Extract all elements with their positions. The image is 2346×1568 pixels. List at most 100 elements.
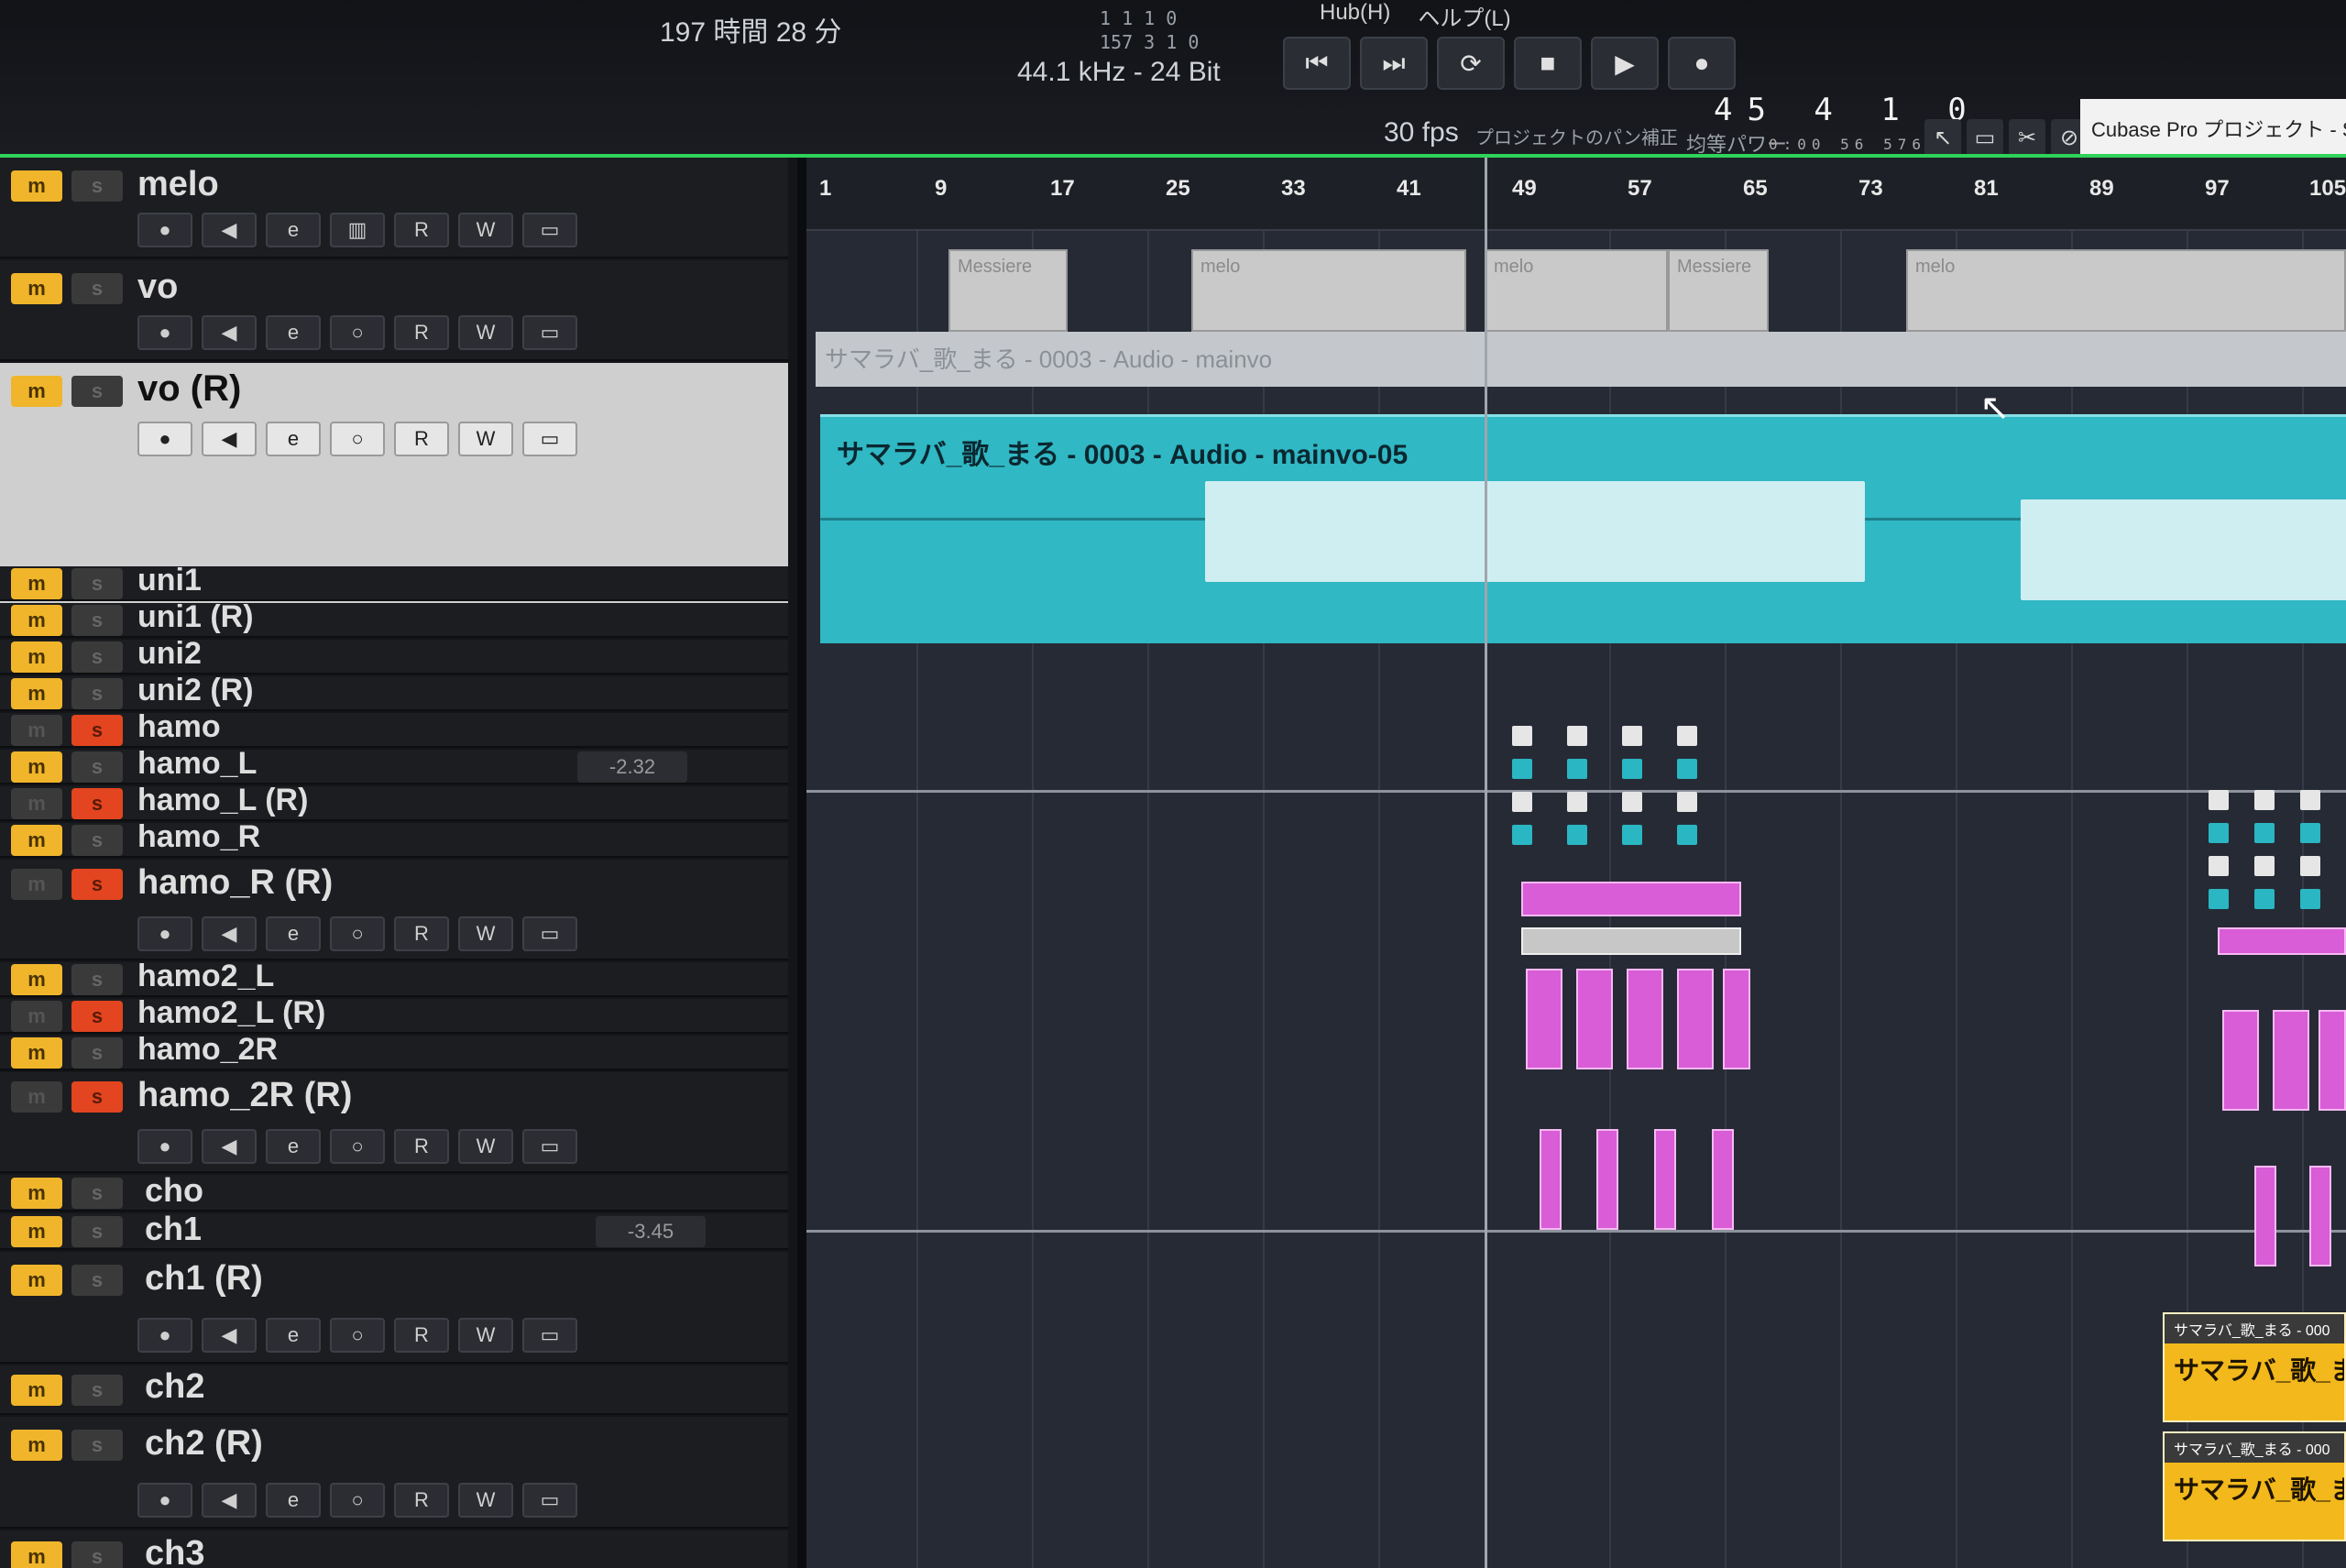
read-button[interactable]: R (394, 1129, 449, 1164)
mute-button[interactable]: m (11, 568, 62, 599)
solo-button[interactable]: s (71, 376, 123, 407)
midi-part[interactable]: melo (1906, 249, 2346, 332)
read-button[interactable]: R (394, 1483, 449, 1518)
track-melo[interactable]: m s melo ● ◀ e ▥ R W ▭ (0, 158, 788, 258)
track-name[interactable]: hamo_L (137, 746, 257, 782)
track-hamo-l[interactable]: m s hamo_L -2.32 (0, 746, 788, 784)
pointer-icon[interactable]: ↖ (1924, 119, 1961, 156)
record-button[interactable]: ● (1668, 37, 1736, 90)
track-uni1[interactable]: m s uni1 (0, 563, 788, 601)
mute-button[interactable]: m (11, 788, 62, 819)
record-enable-icon[interactable]: ● (137, 1129, 192, 1164)
midi-part[interactable]: Messiere (948, 249, 1068, 332)
bar-ruler[interactable]: 1 9 17 25 33 41 49 57 65 73 81 89 97 105 (806, 158, 2346, 231)
track-name[interactable]: ch3 (145, 1534, 204, 1568)
track-vo[interactable]: m s vo ● ◀ e ○ R W ▭ (0, 260, 788, 361)
track-name[interactable]: hamo_2R (137, 1032, 278, 1068)
lane-toggle-icon[interactable]: ▭ (522, 213, 577, 247)
midi-part[interactable] (1521, 882, 1741, 916)
monitor-icon[interactable]: ◀ (202, 1318, 257, 1353)
lanes-icon[interactable]: ○ (330, 422, 385, 456)
mute-button[interactable]: m (11, 1265, 62, 1296)
read-button[interactable]: R (394, 1318, 449, 1353)
midi-part[interactable] (2218, 927, 2346, 955)
mute-button[interactable]: m (11, 1037, 62, 1069)
audio-event-vo[interactable]: サマラバ_歌_まる - 0003 - Audio - mainvo (816, 332, 2346, 387)
solo-button[interactable]: s (71, 605, 123, 636)
solo-button[interactable]: s (71, 825, 123, 856)
lanes-icon[interactable]: ▥ (330, 213, 385, 247)
stop-button[interactable]: ■ (1514, 37, 1582, 90)
midi-part[interactable] (2309, 1166, 2331, 1266)
solo-button[interactable]: s (71, 1178, 123, 1209)
track-ch3[interactable]: m s ch3 (0, 1530, 788, 1568)
track-name[interactable]: hamo_R (137, 819, 260, 855)
mute-button[interactable]: m (11, 825, 62, 856)
track-name[interactable]: ch2 (R) (145, 1424, 263, 1464)
solo-button[interactable]: s (71, 641, 123, 673)
write-button[interactable]: W (458, 1483, 513, 1518)
track-uni1-r[interactable]: m s uni1 (R) (0, 599, 788, 638)
midi-part[interactable] (1627, 969, 1663, 1069)
track-name[interactable]: uni1 (137, 563, 202, 598)
monitor-icon[interactable]: ◀ (202, 315, 257, 350)
solo-button[interactable]: s (71, 751, 123, 783)
solo-button[interactable]: s (71, 1430, 123, 1461)
monitor-icon[interactable]: ◀ (202, 1483, 257, 1518)
track-ch2-r[interactable]: m s ch2 (R) ● ◀ e ○ R W ▭ (0, 1417, 788, 1529)
playhead-cursor[interactable] (1485, 158, 1487, 1568)
edit-channel-icon[interactable]: e (266, 1129, 321, 1164)
monitor-icon[interactable]: ◀ (202, 1129, 257, 1164)
track-name[interactable]: vo (R) (137, 368, 241, 410)
lanes-icon[interactable]: ○ (330, 315, 385, 350)
edit-channel-icon[interactable]: e (266, 213, 321, 247)
audio-event-ch1[interactable]: サマラバ_歌_まる - 000 サマラバ_歌_まる - (2163, 1312, 2346, 1422)
go-to-end-button[interactable]: ⏭ (1360, 37, 1428, 90)
solo-button[interactable]: s (71, 788, 123, 819)
lane-toggle-icon[interactable]: ▭ (522, 315, 577, 350)
midi-part[interactable] (2273, 1010, 2309, 1111)
track-name[interactable]: ch1 (R) (145, 1259, 263, 1299)
lanes-icon[interactable]: ○ (330, 1318, 385, 1353)
record-enable-icon[interactable]: ● (137, 916, 192, 951)
lane-toggle-icon[interactable]: ▭ (522, 422, 577, 456)
midi-part[interactable]: Messiere (1668, 249, 1769, 332)
lane-toggle-icon[interactable]: ▭ (522, 1129, 577, 1164)
track-ch2[interactable]: m s ch2 (0, 1365, 788, 1415)
track-name[interactable]: hamo2_L (R) (137, 995, 325, 1031)
edit-channel-icon[interactable]: e (266, 1483, 321, 1518)
select-icon[interactable]: ▭ (1967, 119, 2003, 156)
track-name[interactable]: uni2 (137, 636, 202, 672)
solo-button[interactable]: s (71, 170, 123, 202)
solo-button[interactable]: s (71, 1037, 123, 1069)
write-button[interactable]: W (458, 315, 513, 350)
track-name[interactable]: melo (137, 165, 219, 204)
midi-part[interactable] (1540, 1129, 1562, 1230)
write-button[interactable]: W (458, 213, 513, 247)
track-ch1[interactable]: m s ch1 -3.45 (0, 1210, 788, 1250)
mute-button[interactable]: m (11, 1001, 62, 1032)
track-hamo2-l-r[interactable]: m s hamo2_L (R) (0, 995, 788, 1034)
project-arrange-area[interactable]: 1 9 17 25 33 41 49 57 65 73 81 89 97 105… (806, 158, 2346, 1568)
mute-button[interactable]: m (11, 715, 62, 746)
solo-button[interactable]: s (71, 1081, 123, 1113)
track-name[interactable]: cho (145, 1171, 203, 1210)
track-uni2[interactable]: m s uni2 (0, 636, 788, 674)
track-name[interactable]: uni1 (R) (137, 599, 254, 635)
mute-button[interactable]: m (11, 751, 62, 783)
track-name[interactable]: ch1 (145, 1210, 202, 1248)
solo-button[interactable]: s (71, 1265, 123, 1296)
write-button[interactable]: W (458, 916, 513, 951)
solo-button[interactable]: s (71, 715, 123, 746)
record-enable-icon[interactable]: ● (137, 315, 192, 350)
mute-button[interactable]: m (11, 678, 62, 709)
write-button[interactable]: W (458, 422, 513, 456)
go-to-start-button[interactable]: ⏮ (1283, 37, 1351, 90)
cycle-button[interactable]: ⟳ (1437, 37, 1505, 90)
mute-button[interactable]: m (11, 1430, 62, 1461)
track-hamo-r-r[interactable]: m s hamo_R (R) ● ◀ e ○ R W ▭ (0, 860, 788, 960)
lane-toggle-icon[interactable]: ▭ (522, 1318, 577, 1353)
mute-button[interactable]: m (11, 376, 62, 407)
record-enable-icon[interactable]: ● (137, 1318, 192, 1353)
monitor-icon[interactable]: ◀ (202, 422, 257, 456)
